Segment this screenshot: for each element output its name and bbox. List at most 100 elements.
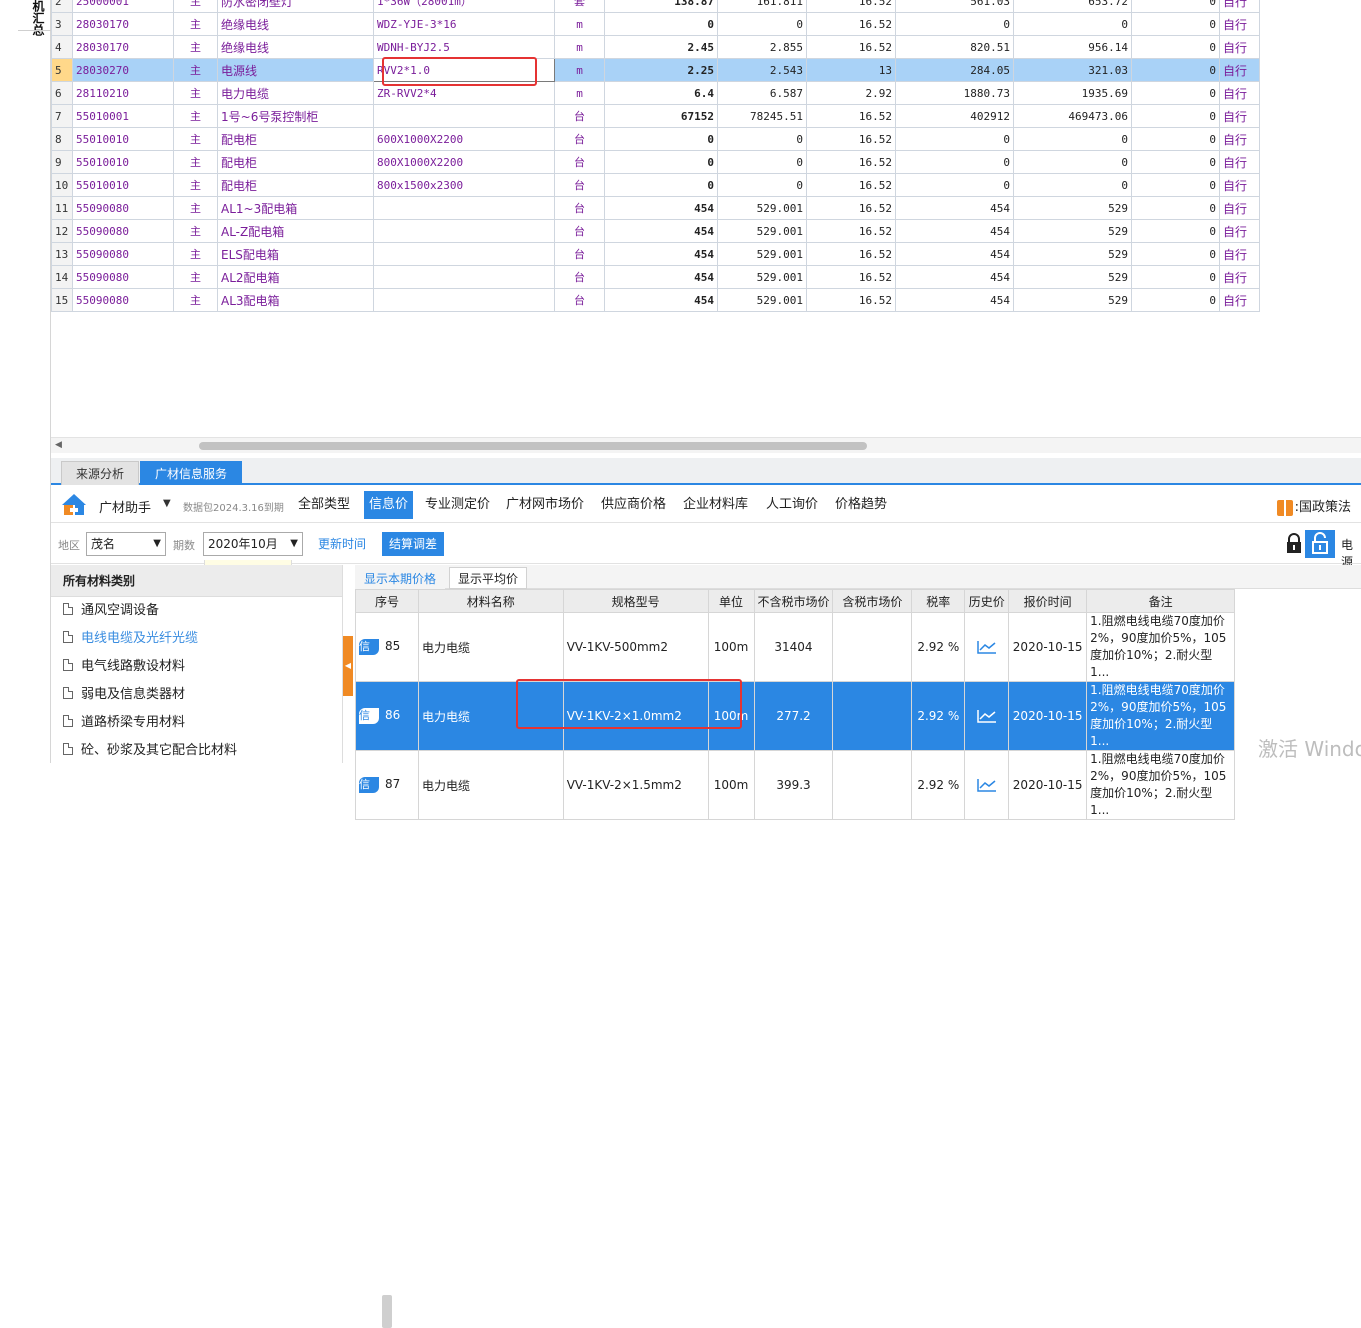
nav-manual-inquiry[interactable]: 人工询价 xyxy=(761,491,823,519)
grid-cell-amt2[interactable]: 0 xyxy=(1013,150,1132,174)
grid-cell-v[interactable]: 0 xyxy=(1131,0,1220,13)
grid-cell-idx[interactable]: 12 xyxy=(51,219,73,243)
price-cell-tax_price[interactable] xyxy=(832,612,913,682)
grid-cell-name[interactable]: 配电柜 xyxy=(217,173,374,197)
grid-cell-unit[interactable]: 套 xyxy=(554,0,605,13)
grid-cell-type[interactable]: 主 xyxy=(173,242,218,266)
grid-cell-unit[interactable]: 台 xyxy=(554,288,605,312)
grid-cell-unit[interactable]: 台 xyxy=(554,242,605,266)
grid-cell-amt2[interactable]: 469473.06 xyxy=(1013,104,1132,128)
grid-cell-v[interactable]: 0 xyxy=(1131,173,1220,197)
grid-cell-code[interactable]: 55010010 xyxy=(72,127,174,151)
grid-cell-spec[interactable]: WDNH-BYJ2.5 xyxy=(373,35,555,59)
grid-cell-qty[interactable]: 454 xyxy=(604,265,718,289)
grid-row[interactable]: 6 28110210 主电力电缆 ZR-RVV2*4 m 6.4 6.587 2.92 1880… xyxy=(51,81,1260,105)
price-cell-date[interactable]: 2020-10-15 xyxy=(1008,681,1088,751)
grid-cell-type[interactable]: 主 xyxy=(173,150,218,174)
price-cell-rate[interactable]: 2.92 % xyxy=(911,612,966,682)
grid-cell-amt1[interactable]: 454 xyxy=(895,196,1014,220)
grid-cell-amt2[interactable]: 653.72 xyxy=(1013,0,1132,13)
grid-cell-unit[interactable]: m xyxy=(554,58,605,82)
grid-cell-type[interactable]: 主 xyxy=(173,219,218,243)
grid-row[interactable]: 12 55090080 主 AL-Z配电箱台 454 529.001 16.52 454 529… xyxy=(51,219,1260,243)
grid-cell-amt1[interactable]: 402912 xyxy=(895,104,1014,128)
grid-cell-type[interactable]: 主 xyxy=(173,0,218,13)
unlock-button[interactable] xyxy=(1305,530,1335,558)
grid-cell-qty[interactable]: 2.45 xyxy=(604,35,718,59)
grid-cell-unit[interactable]: m xyxy=(554,81,605,105)
grid-cell-amt1[interactable]: 820.51 xyxy=(895,35,1014,59)
grid-cell-name[interactable]: AL3配电箱 xyxy=(217,288,374,312)
grid-cell-type[interactable]: 主 xyxy=(173,196,218,220)
price-cell-no[interactable]: 信 87 xyxy=(355,750,419,820)
grid-cell-src[interactable]: 自行 xyxy=(1219,265,1260,289)
grid-cell-code[interactable]: 55090080 xyxy=(72,219,174,243)
grid-cell-price[interactable]: 0 xyxy=(717,173,807,197)
period-select[interactable]: 2020年10月 ▼ xyxy=(203,532,303,556)
trend-chart-icon[interactable] xyxy=(976,640,997,654)
settle-adjust-button[interactable]: 结算调差 xyxy=(382,532,445,556)
grid-cell-type[interactable]: 主 xyxy=(173,81,218,105)
grid-cell-rate[interactable]: 16.52 xyxy=(806,150,896,174)
grid-row[interactable]: 3 28030170 主绝缘电线 WDZ-YJE-3*16 m 0 0 16.52 0 0 0 自行 xyxy=(51,12,1260,36)
tab-average-price[interactable]: 显示平均价 xyxy=(449,567,528,589)
grid-cell-src[interactable]: 自行 xyxy=(1219,219,1260,243)
grid-cell-unit[interactable]: m xyxy=(554,35,605,59)
grid-cell-type[interactable]: 主 xyxy=(173,288,218,312)
grid-row[interactable]: 4 28030170 主绝缘电线 WDNH-BYJ2.5 m 2.45 2.855 16.52… xyxy=(51,35,1260,59)
nav-market-price[interactable]: 广材网市场价 xyxy=(501,491,589,519)
grid-cell-unit[interactable]: 台 xyxy=(554,150,605,174)
grid-cell-amt2[interactable]: 529 xyxy=(1013,288,1132,312)
grid-cell-qty[interactable]: 0 xyxy=(604,127,718,151)
grid-cell-idx[interactable]: 10 xyxy=(51,173,73,197)
grid-cell-rate[interactable]: 16.52 xyxy=(806,127,896,151)
grid-cell-name[interactable]: 1号~6号泵控制柜 xyxy=(217,104,374,128)
grid-cell-name[interactable]: 电源线 xyxy=(217,58,374,82)
grid-cell-price[interactable]: 6.587 xyxy=(717,81,807,105)
grid-cell-code[interactable]: 55010010 xyxy=(72,150,174,174)
scrollbar-thumb[interactable] xyxy=(199,442,867,450)
grid-cell-spec[interactable] xyxy=(373,196,555,220)
grid-cell-idx[interactable]: 14 xyxy=(51,265,73,289)
grid-cell-v[interactable]: 0 xyxy=(1131,219,1220,243)
grid-cell-type[interactable]: 主 xyxy=(173,35,218,59)
grid-cell-amt1[interactable]: 1880.73 xyxy=(895,81,1014,105)
grid-cell-price[interactable]: 0 xyxy=(717,12,807,36)
price-table-header[interactable]: 规格型号 xyxy=(562,589,709,613)
nav-all-types[interactable]: 全部类型 xyxy=(293,491,355,519)
category-item[interactable]: 电线电缆及光纤光缆 xyxy=(51,625,342,653)
grid-cell-v[interactable]: 0 xyxy=(1131,196,1220,220)
price-cell-tax_price[interactable] xyxy=(832,681,913,751)
grid-cell-amt1[interactable]: 561.03 xyxy=(895,0,1014,13)
grid-row[interactable]: 13 55090080 主 ELS配电箱台 454 529.001 16.52 454 529 0… xyxy=(51,242,1260,266)
grid-cell-type[interactable]: 主 xyxy=(173,104,218,128)
grid-cell-v[interactable]: 0 xyxy=(1131,35,1220,59)
grid-cell-v[interactable]: 0 xyxy=(1131,127,1220,151)
price-cell-rate[interactable]: 2.92 % xyxy=(911,681,966,751)
grid-cell-src[interactable]: 自行 xyxy=(1219,12,1260,36)
grid-cell-code[interactable]: 28110210 xyxy=(72,81,174,105)
price-cell-name[interactable]: 电力电缆 xyxy=(417,612,564,682)
grid-cell-spec[interactable]: 800X1000X2200 xyxy=(373,150,555,174)
grid-cell-src[interactable]: 自行 xyxy=(1219,58,1260,82)
grid-cell-rate[interactable]: 16.52 xyxy=(806,35,896,59)
grid-cell-code[interactable]: 55090080 xyxy=(72,265,174,289)
grid-cell-amt2[interactable]: 0 xyxy=(1013,173,1132,197)
price-cell-trend[interactable] xyxy=(964,681,1010,751)
price-cell-note[interactable]: 1.阻燃电线电缆70度加价2%，90度加价5%，105度加价10%；2.耐火型1… xyxy=(1086,612,1235,682)
grid-cell-idx[interactable]: 4 xyxy=(51,35,73,59)
grid-cell-v[interactable]: 0 xyxy=(1131,12,1220,36)
price-cell-note[interactable]: 1.阻燃电线电缆70度加价2%，90度加价5%，105度加价10%；2.耐火型1… xyxy=(1086,750,1235,820)
grid-cell-qty[interactable]: 454 xyxy=(604,219,718,243)
grid-cell-v[interactable]: 0 xyxy=(1131,81,1220,105)
brand-dropdown-caret-icon[interactable]: ▼ xyxy=(163,498,171,509)
category-scrollbar-thumb[interactable] xyxy=(382,1295,392,1328)
grid-cell-code[interactable]: 55090080 xyxy=(72,288,174,312)
grid-cell-src[interactable]: 自行 xyxy=(1219,127,1260,151)
grid-cell-price[interactable]: 529.001 xyxy=(717,196,807,220)
price-cell-rate[interactable]: 2.92 % xyxy=(911,750,966,820)
grid-cell-code[interactable]: 55090080 xyxy=(72,196,174,220)
grid-cell-price[interactable]: 529.001 xyxy=(717,288,807,312)
grid-cell-rate[interactable]: 16.52 xyxy=(806,265,896,289)
grid-cell-spec[interactable]: 800x1500x2300 xyxy=(373,173,555,197)
